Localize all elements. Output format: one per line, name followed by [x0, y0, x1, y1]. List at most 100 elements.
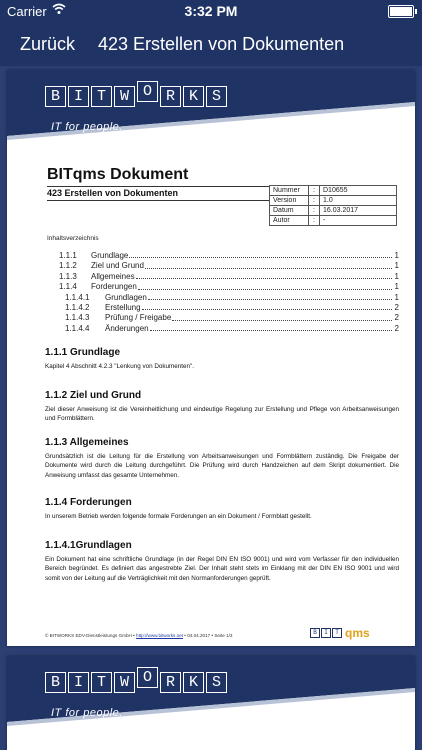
tagline: IT for people. [51, 121, 123, 133]
battery-icon [388, 5, 417, 18]
toc-entry-title: Forderungen [91, 282, 137, 292]
back-button[interactable]: Zurück [20, 34, 75, 55]
tagline: IT for people. [51, 707, 123, 719]
logo-letter: K [183, 672, 204, 693]
logo-letter: W [114, 672, 135, 693]
logo-letter: R [160, 86, 181, 107]
toc-heading: Inhaltsverzeichnis [47, 235, 99, 242]
meta-row: Datum:16.03.2017 [269, 205, 397, 216]
logo-letter: B [45, 86, 66, 107]
toc-entry-page: 1 [394, 271, 399, 281]
logo-letter: I [321, 628, 331, 638]
toc-entry[interactable]: 1.1.4.3 Prüfung / Freigabe 2 [59, 313, 399, 323]
section-heading: 1.1.4 Forderungen [45, 497, 132, 508]
toc-entry-page: 1 [394, 282, 399, 292]
section-body: In unserem Betrieb werden folgende forma… [45, 513, 312, 520]
footer-company: © BITWORKS EDV-Dienstleistungs GmbH [45, 633, 132, 638]
footer-date: 04.04.2017 [187, 633, 211, 638]
meta-separator: : [308, 195, 320, 206]
meta-value: D10655 [319, 185, 397, 196]
meta-key: Datum [269, 205, 309, 216]
logo-letter: T [91, 672, 112, 693]
toc-entry-page: 1 [394, 251, 399, 260]
toc-entry[interactable]: 1.1.2 Ziel und Grund 1 [59, 261, 399, 271]
navigation-bar: Zurück 423 Erstellen von Dokumenten [0, 22, 422, 66]
toc-entry-number: 1.1.4.2 [65, 302, 90, 312]
toc-entry-number: 1.1.2 [59, 261, 77, 271]
logo-letter: R [160, 672, 181, 693]
logo-letter: O [137, 667, 158, 688]
toc-entry-number: 1.1.4.1 [65, 292, 90, 302]
banner-background [7, 70, 415, 140]
section-heading: 1.1.2 Ziel und Grund [45, 390, 142, 401]
logo-letter: O [137, 81, 158, 102]
meta-value: 1.0 [319, 195, 397, 206]
divider [47, 200, 269, 201]
footer-page-number: Seite 1/3 [214, 633, 233, 638]
document-title: BITqms Dokument [47, 166, 189, 183]
section-body: Kapitel 4 Abschnitt 4.2.3 "Lenkung von D… [45, 363, 195, 370]
document-viewer[interactable]: BITWORKS IT for people. BITqms Dokument … [0, 66, 422, 750]
toc-entry[interactable]: 1.1.4 Forderungen 1 [59, 282, 399, 292]
meta-row: Version:1.0 [269, 195, 397, 206]
logo-letter: B [45, 672, 66, 693]
toc-entry-number: 1.1.1 [59, 251, 77, 260]
toc-entry-number: 1.1.4.3 [65, 313, 90, 323]
document-section: 1.1.1 Grundlage Kapitel 4 Abschnitt 4.2.3… [45, 347, 399, 371]
toc-leader-dots [141, 303, 392, 311]
toc-leader-dots [172, 313, 392, 321]
toc-entry-title: Erstellung [105, 302, 141, 312]
footer-url-link[interactable]: http://www.bitworks.net [136, 633, 183, 638]
page-footer: © BITWORKS EDV-Dienstleistungs GmbH • ht… [45, 633, 233, 638]
section-heading: 1.1.3 Allgemeines [45, 437, 129, 448]
toc-entry-title: Änderungen [105, 323, 149, 333]
toc-leader-dots [147, 293, 392, 300]
toc-entry[interactable]: 1.1.4.4 Änderungen 2 [59, 324, 399, 334]
toc-leader-dots [144, 261, 392, 269]
meta-separator: : [308, 205, 320, 216]
meta-row: Nummer: D10655 [269, 185, 397, 196]
toc-entry-title: Allgemeines [91, 271, 135, 281]
toc-entry[interactable]: 1.1.3 Allgemeines 1 [59, 272, 399, 282]
status-bar: Carrier 3:32 PM [0, 0, 422, 22]
toc-entry-title: Grundlage [91, 251, 129, 260]
toc-entry-number: 1.1.4 [59, 282, 77, 292]
page-banner: BITWORKS IT for people. [7, 656, 415, 726]
meta-key: Nummer [269, 185, 309, 196]
meta-separator: : [308, 185, 320, 196]
banner-background [7, 656, 415, 726]
toc-entry[interactable]: 1.1.1 Grundlage 1 [59, 251, 399, 261]
logo-letter: S [206, 672, 227, 693]
toc-entry-title: Ziel und Grund [91, 261, 144, 271]
toc-entry[interactable]: 1.1.4.1 Grundlagen 1 [59, 293, 399, 303]
logo-letter: S [206, 86, 227, 107]
page-banner: BITWORKS IT for people. [7, 70, 415, 140]
bitqms-logo: B I T qms [310, 626, 370, 640]
section-body: Ziel dieser Anweisung ist die Vereinheit… [45, 406, 399, 423]
bitworks-logo: BITWORKS [45, 81, 229, 108]
document-section: 1.1.2 Ziel und Grund Ziel dieser Anweisun… [45, 390, 399, 424]
divider [47, 186, 269, 187]
meta-row: Autor: - [269, 215, 397, 226]
nav-title: 423 Erstellen von Dokumenten [98, 34, 345, 54]
toc-leader-dots [137, 282, 392, 290]
meta-key: Autor [269, 215, 309, 226]
logo-letter: T [91, 86, 112, 107]
toc-leader-dots [149, 324, 392, 332]
logo-letter: I [68, 672, 89, 693]
toc-leader-dots [129, 251, 392, 259]
toc-entry-page: 1 [394, 261, 399, 271]
meta-key: Version [269, 195, 309, 206]
meta-value: 16.03.2017 [319, 205, 397, 216]
logo-letter: T [332, 628, 342, 638]
logo-letter: B [310, 628, 320, 638]
section-heading: 1.1.1 Grundlage [45, 347, 121, 358]
document-section: 1.1.4.1Grundlagen Ein Dokument hat eine s… [45, 540, 399, 583]
toc-entry-page: 2 [394, 313, 399, 323]
document-page: BITWORKS IT for people. BITqms Dokument … [7, 70, 415, 646]
toc-entry-title: Grundlagen [105, 292, 147, 302]
toc-entry[interactable]: 1.1.4.2 Erstellung 2 [59, 303, 399, 313]
clock: 3:32 PM [184, 3, 238, 19]
logo-letter: K [183, 86, 204, 107]
toc-entry-page: 1 [394, 292, 399, 302]
